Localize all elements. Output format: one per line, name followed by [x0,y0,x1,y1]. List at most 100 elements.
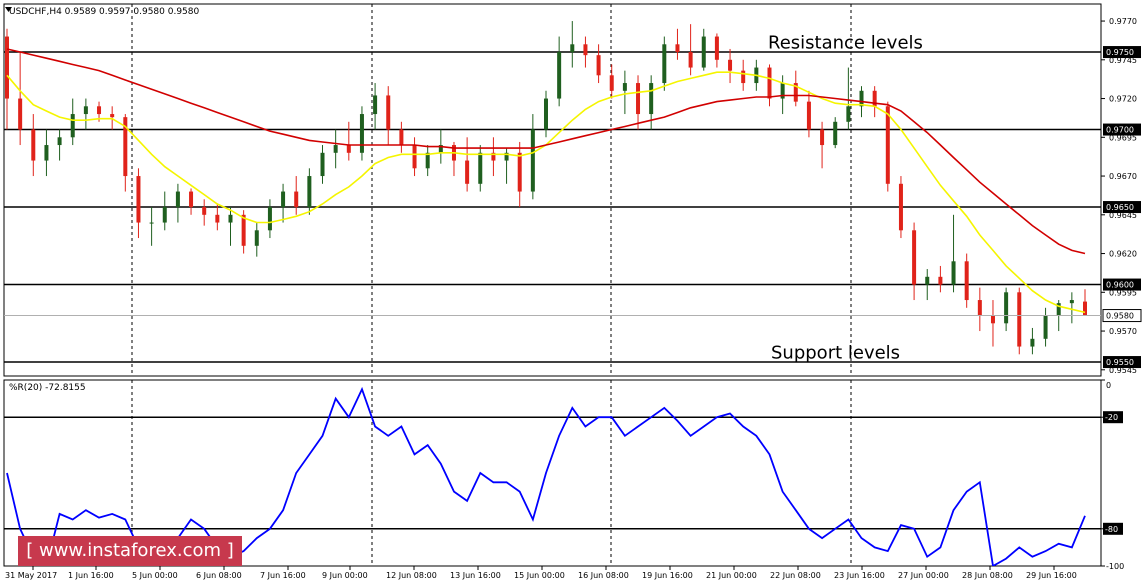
bearish-candle [714,36,719,60]
bearish-candle [5,36,9,99]
bullish-candle [557,52,562,99]
time-tick-label: 31 May 2017 [5,571,57,580]
bearish-candle [18,98,23,130]
bearish-candle [938,276,943,285]
bearish-candle [728,59,733,71]
time-tick-label: 16 Jun 08:00 [578,571,629,580]
bullish-candle [649,83,654,115]
watermark-logo: [ www.instaforex.com ] [18,536,242,566]
bullish-candle [951,261,956,285]
price-tick-label: 0.9770 [1109,17,1137,26]
bullish-candle [1069,300,1074,304]
bearish-candle [898,183,903,231]
indicator-title: %R(20) -72.8155 [9,383,86,393]
indicator-level-label: -80 [1105,525,1118,534]
price-panel-frame [3,3,1102,377]
indicator-tick-label: -100 [1106,562,1124,571]
bearish-candle [399,129,404,146]
bearish-candle [1017,292,1022,347]
bearish-candle [675,44,680,53]
bearish-candle [110,114,115,118]
bullish-candle [1030,338,1035,347]
price-tick-label: 0.9620 [1109,250,1137,259]
bearish-candle [517,152,522,192]
bullish-candle [267,207,272,231]
bearish-candle [97,106,102,115]
bearish-candle [136,176,141,223]
bearish-candle [806,101,811,130]
bearish-candle [583,44,588,56]
bearish-candle [820,129,825,146]
time-axis: 31 May 2017 1 Jun 16:00 5 Jun 00:00 6 Jun 0… [5,566,1077,580]
bullish-candle [701,36,706,68]
bearish-candle [346,145,351,153]
time-tick-label: 28 Jun 08:00 [962,571,1013,580]
bullish-candle [228,214,233,223]
bearish-candle [189,191,194,208]
time-tick-label: 27 Jun 00:00 [898,571,949,580]
time-tick-label: 9 Jun 00:00 [322,571,368,580]
time-tick-label: 6 Jun 08:00 [196,571,242,580]
level-label: 0.9550 [1106,358,1134,367]
bearish-candle [215,214,220,223]
bearish-candle [688,52,693,68]
bearish-candle [596,55,601,76]
bearish-candle [636,83,641,115]
bullish-candle [373,95,378,115]
bullish-candle [320,152,325,177]
bullish-candle [162,207,167,223]
bearish-candle [609,75,614,91]
level-label: 0.9600 [1106,281,1134,290]
time-tick-label: 21 Jun 00:00 [706,571,757,580]
bearish-candle [964,261,969,301]
bullish-candle [149,222,154,224]
bullish-candle [622,83,627,91]
time-tick-label: 19 Jun 16:00 [642,571,693,580]
bullish-candle [570,44,575,53]
time-tick-label: 22 Jun 08:00 [770,571,821,580]
bullish-candle [425,152,430,169]
bullish-candle [478,152,483,184]
time-tick-label: 7 Jun 16:00 [260,571,306,580]
time-tick-label: 12 Jun 08:00 [386,571,437,580]
bearish-candle [386,95,391,130]
indicator-level-label: -20 [1105,413,1118,422]
bullish-candle [254,230,259,246]
bearish-candle [741,70,746,84]
resistance-annotation: Resistance levels [768,32,923,53]
chart-stage: USDCHF,H4 0.9589 0.9597 0.9580 0.9580 0.… [3,3,1142,580]
bearish-candle [912,230,917,285]
bearish-candle [885,106,890,184]
bullish-candle [1043,315,1048,339]
bullish-candle [833,121,838,146]
indicator-tick-label: 0 [1106,381,1111,390]
support-annotation: Support levels [771,342,900,363]
main-chart-title: USDCHF,H4 0.9589 0.9597 0.9580 0.9580 [9,7,199,17]
price-tick-label: 0.9720 [1109,95,1137,104]
bullish-candle [44,145,49,161]
price-tick-label: 0.9670 [1109,172,1137,181]
indicator-axis: 0 -100 [1101,379,1124,571]
bearish-candle [465,160,470,184]
time-tick-label: 29 Jun 16:00 [1026,571,1077,580]
bullish-candle [281,191,286,208]
level-label: 0.9750 [1106,48,1134,57]
bullish-candle [307,176,312,208]
bearish-candle [31,129,36,161]
bearish-candle [1083,301,1087,316]
bearish-candle [990,315,995,324]
bullish-candle [530,129,535,192]
bullish-candle [70,114,75,138]
bullish-candle [57,137,62,146]
bearish-candle [412,145,417,169]
current-price-label: 0.9580 [1106,312,1134,321]
bearish-candle [241,214,246,246]
time-tick-label: 1 Jun 16:00 [68,571,114,580]
time-tick-label: 15 Jun 00:00 [514,571,565,580]
bullish-candle [359,114,364,153]
bearish-candle [767,67,772,99]
time-tick-label: 13 Jun 16:00 [450,571,501,580]
bullish-candle [925,276,930,285]
bearish-candle [977,300,982,316]
bearish-candle [202,207,207,215]
